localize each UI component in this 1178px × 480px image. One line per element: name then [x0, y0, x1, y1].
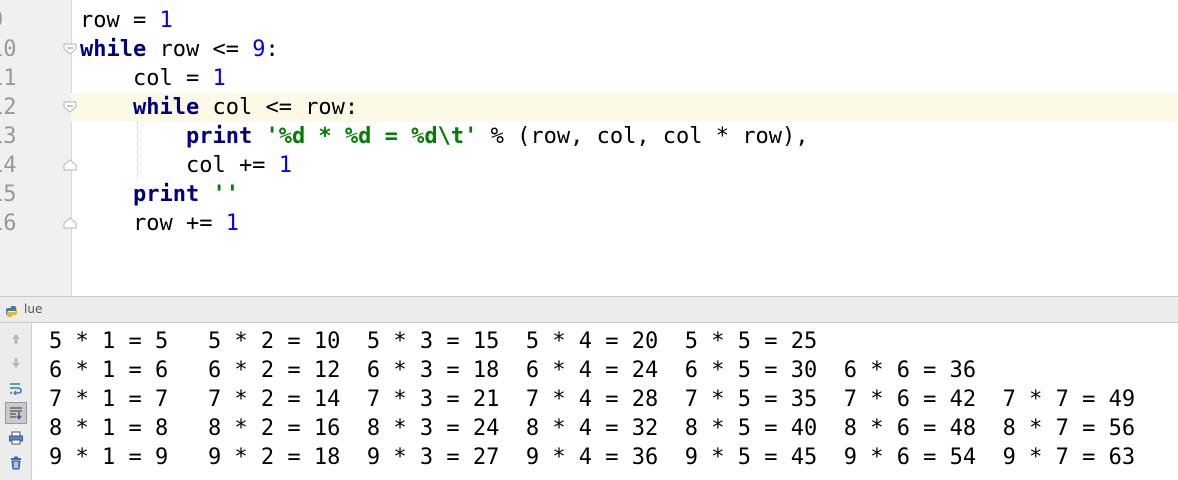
code-token-num: 1	[225, 211, 239, 236]
line-number: 12	[0, 95, 17, 120]
console-output-line: 7 * 1 = 7 7 * 2 = 14 7 * 3 = 21 7 * 4 = …	[49, 387, 1136, 412]
code-token-kw: while	[132, 95, 200, 120]
line-number: 15	[0, 182, 17, 207]
console-output-line: 8 * 1 = 8 8 * 2 = 16 8 * 3 = 24 8 * 4 = …	[49, 416, 1136, 441]
line-number: 11	[0, 66, 17, 91]
fold-collapse-icon[interactable]	[63, 43, 77, 55]
fold-collapse-icon[interactable]	[63, 101, 77, 113]
code-token: col +=	[80, 153, 279, 178]
console-tab-header[interactable]: lue	[0, 296, 1178, 323]
code-token-kw: print	[185, 124, 253, 149]
code-line[interactable]: col += 1	[80, 151, 292, 180]
code-token-kw: print	[132, 182, 200, 207]
line-number: 14	[0, 153, 17, 178]
code-token: col <= row:	[199, 95, 359, 120]
line-number: 13	[0, 124, 17, 149]
line-number: 16	[0, 211, 17, 236]
code-token-str: ''	[212, 182, 239, 207]
code-token-num: 1	[278, 153, 292, 178]
console-toolbar	[0, 323, 32, 480]
line-number: 10	[0, 37, 17, 62]
soft-wrap-icon[interactable]	[5, 377, 27, 399]
code-line[interactable]: print '%d * %d = %d\t' % (row, col, col …	[80, 122, 809, 151]
trash-icon[interactable]	[5, 452, 27, 474]
line-number: 9	[0, 6, 20, 35]
code-line[interactable]: col = 1	[80, 64, 226, 93]
console-output-line: 5 * 1 = 5 5 * 2 = 10 5 * 3 = 15 5 * 4 = …	[49, 329, 818, 354]
console-output[interactable]: 5 * 1 = 5 5 * 2 = 10 5 * 3 = 15 5 * 4 = …	[32, 323, 1178, 480]
code-token-num: 1	[159, 8, 173, 33]
code-line[interactable]: while col <= row:	[80, 93, 358, 122]
code-editor[interactable]: 9 10 11 12 13 14 15 16 row = 1 while row…	[0, 0, 1178, 296]
code-token-str: '%d * %d = %d\t'	[265, 124, 478, 149]
down-arrow-icon[interactable]	[5, 352, 27, 374]
console-title: lue	[24, 302, 43, 316]
fold-end-icon[interactable]	[63, 217, 77, 229]
console-output-line: 6 * 1 = 6 6 * 2 = 12 6 * 3 = 18 6 * 4 = …	[49, 358, 977, 383]
code-token: row +=	[80, 211, 226, 236]
code-token-kw: while	[80, 37, 147, 62]
up-arrow-icon[interactable]	[5, 328, 27, 350]
code-token-num: 1	[212, 66, 226, 91]
code-token-num: 9	[252, 37, 266, 62]
code-line[interactable]: row = 1	[80, 6, 173, 35]
code-line[interactable]: print ''	[80, 180, 239, 209]
line-number-gutter: 9 10 11 12 13 14 15 16	[0, 0, 72, 296]
scroll-to-end-icon[interactable]	[5, 402, 27, 424]
code-token: :	[265, 37, 279, 62]
console-output-line: 9 * 1 = 9 9 * 2 = 18 9 * 3 = 27 9 * 4 = …	[49, 445, 1136, 470]
code-token: % (row, col, col * row),	[477, 124, 809, 149]
code-line[interactable]: row += 1	[80, 209, 239, 238]
code-token: row =	[80, 8, 160, 33]
code-line[interactable]: while row <= 9:	[80, 35, 279, 64]
fold-end-icon[interactable]	[63, 159, 77, 171]
code-token: row <=	[146, 37, 253, 62]
print-icon[interactable]	[5, 427, 27, 449]
python-icon	[5, 303, 18, 317]
code-token: col =	[80, 66, 213, 91]
